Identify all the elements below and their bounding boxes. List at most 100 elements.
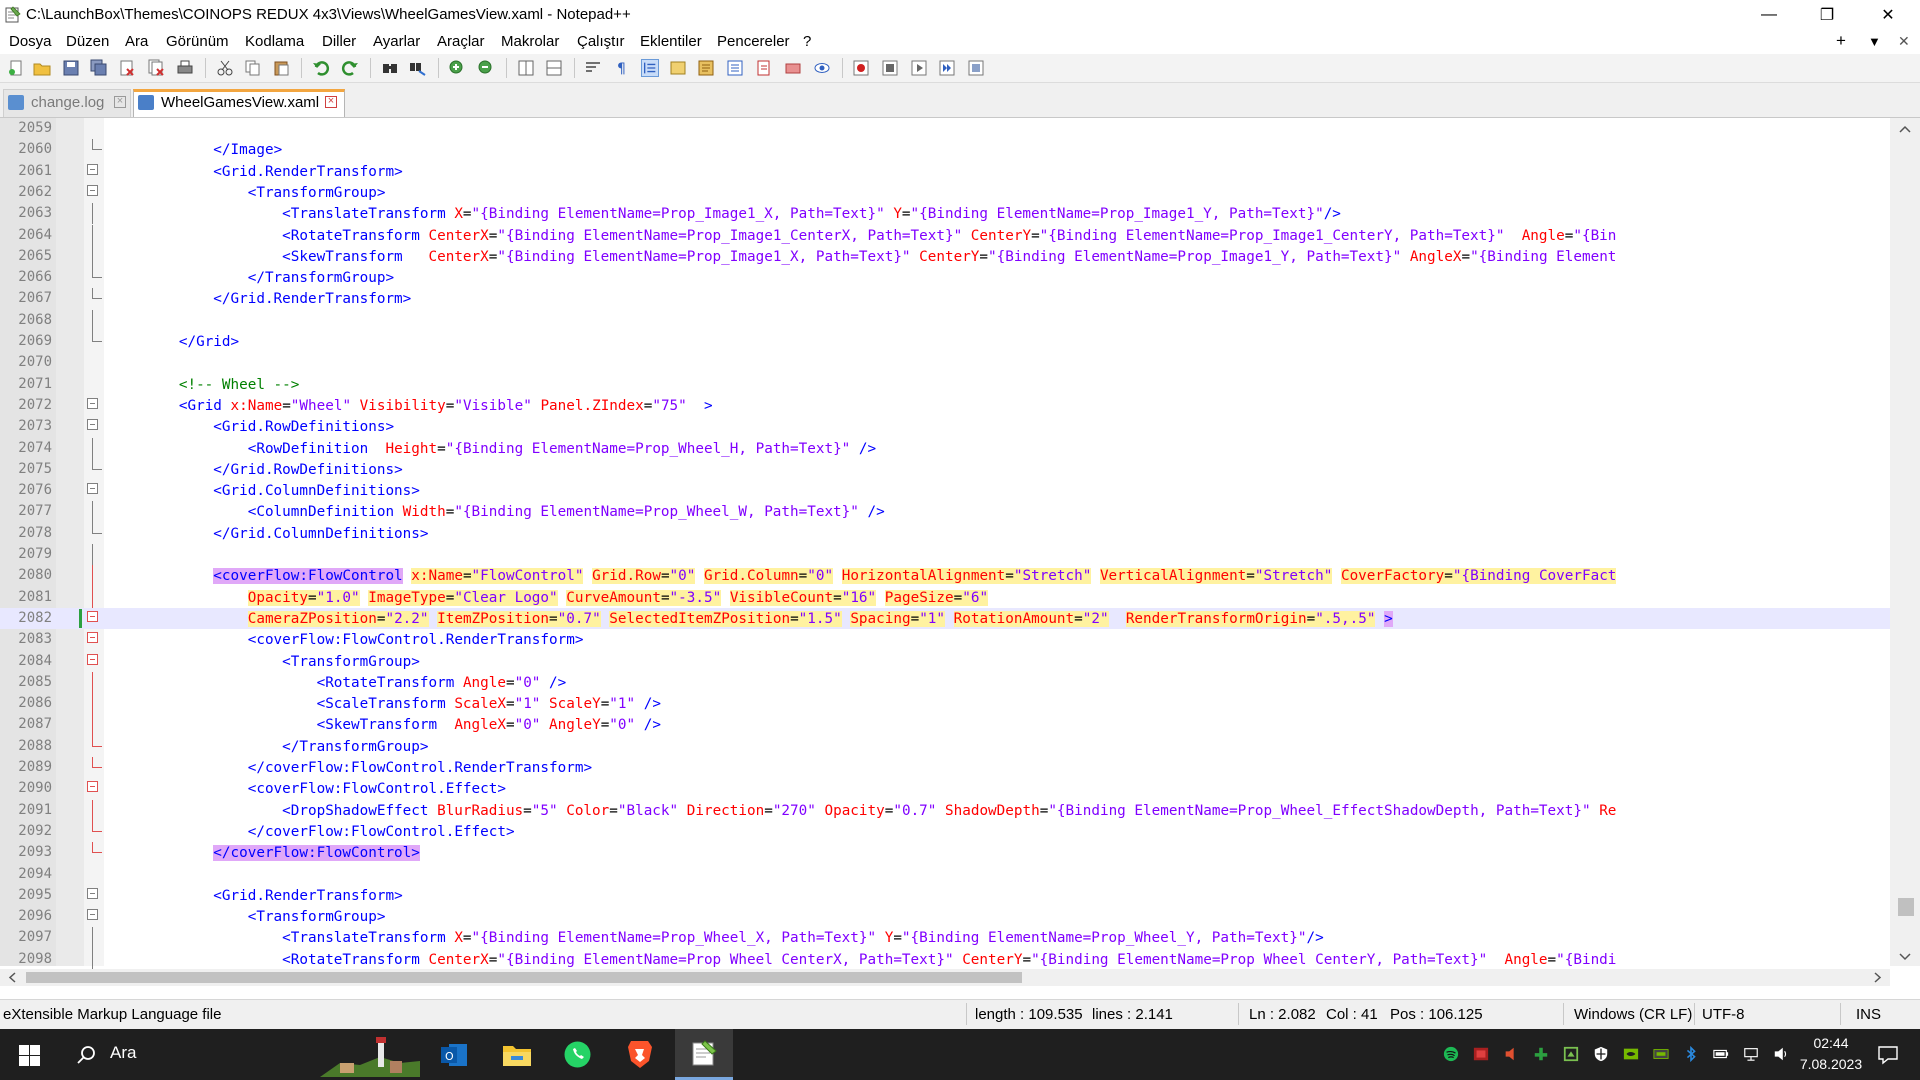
- code-line[interactable]: 2065 <SkewTransform CenterX="{Binding El…: [0, 245, 1890, 268]
- code-line[interactable]: 2073 <Grid.RowDefinitions>: [0, 416, 1890, 437]
- user-language-icon[interactable]: [669, 59, 687, 77]
- vertical-scroll-thumb[interactable]: [1898, 898, 1914, 916]
- code-line[interactable]: 2068: [0, 309, 1890, 331]
- open-file-icon[interactable]: [33, 59, 51, 77]
- red-app-tray-icon[interactable]: [1472, 1046, 1490, 1062]
- code-line[interactable]: 2059: [0, 118, 1890, 139]
- taskbar-search[interactable]: Ara: [60, 1029, 420, 1080]
- close-tab-button[interactable]: ✕: [1898, 33, 1910, 50]
- security-shield-icon[interactable]: [1592, 1046, 1610, 1062]
- show-all-characters-icon[interactable]: ¶: [613, 59, 631, 77]
- menu-gorunum[interactable]: Görünüm: [166, 33, 229, 50]
- run-macro-multiple-icon[interactable]: [938, 59, 956, 77]
- sync-horizontal-icon[interactable]: [545, 59, 563, 77]
- code-line[interactable]: 2095 <Grid.RenderTransform>: [0, 885, 1890, 906]
- tab-wheelgamesview-xaml[interactable]: WheelGamesView.xaml ×: [133, 89, 345, 117]
- close-icon[interactable]: ×: [325, 96, 337, 108]
- sync-vertical-icon[interactable]: [517, 59, 535, 77]
- undo-icon[interactable]: [312, 59, 330, 77]
- code-line[interactable]: 2071 <!-- Wheel -->: [0, 374, 1890, 395]
- fold-toggle-icon[interactable]: [87, 419, 98, 431]
- code-line[interactable]: 2094: [0, 864, 1890, 885]
- code-editor[interactable]: 2059 2060 </Image> 2061 <Grid.RenderTransf…: [0, 118, 1920, 986]
- network-green-tray-icon[interactable]: [1532, 1046, 1550, 1062]
- status-eol[interactable]: Windows (CR LF): [1574, 1006, 1692, 1023]
- menu-makrolar[interactable]: Makrolar: [501, 33, 559, 50]
- notepad-plus-plus-taskbar-button[interactable]: [675, 1029, 733, 1080]
- eye-icon[interactable]: [813, 59, 831, 77]
- save-all-icon[interactable]: [90, 59, 108, 77]
- network-icon[interactable]: [1742, 1046, 1760, 1062]
- code-line[interactable]: 2085 <RotateTransform Angle="0" />: [0, 671, 1890, 694]
- taskbar-time[interactable]: 02:44: [1793, 1035, 1869, 1051]
- replace-icon[interactable]: [409, 59, 427, 77]
- whatsapp-button[interactable]: [552, 1029, 602, 1080]
- start-button[interactable]: [0, 1029, 60, 1080]
- zoom-out-icon[interactable]: [477, 59, 495, 77]
- find-icon[interactable]: [381, 59, 399, 77]
- code-line[interactable]: 2091 <DropShadowEffect BlurRadius="5" Co…: [0, 799, 1890, 821]
- code-lines[interactable]: 2059 2060 </Image> 2061 <Grid.RenderTransf…: [0, 118, 1890, 970]
- battery-icon[interactable]: [1712, 1046, 1730, 1062]
- menu-calistir[interactable]: Çalıştır: [577, 33, 625, 50]
- save-macro-icon[interactable]: [967, 59, 985, 77]
- file-explorer-button[interactable]: [492, 1029, 542, 1080]
- indent-guide-icon[interactable]: [641, 59, 659, 77]
- redo-icon[interactable]: [341, 59, 359, 77]
- monitoring-icon[interactable]: [784, 59, 802, 77]
- cut-icon[interactable]: [216, 59, 234, 77]
- code-line[interactable]: 2078 </Grid.ColumnDefinitions>: [0, 522, 1890, 544]
- play-macro-icon[interactable]: [910, 59, 928, 77]
- new-file-icon[interactable]: [7, 59, 25, 77]
- fold-toggle-icon[interactable]: [87, 653, 98, 665]
- code-line[interactable]: 2069 </Grid>: [0, 331, 1890, 352]
- fold-toggle-icon[interactable]: [87, 632, 98, 644]
- close-icon[interactable]: ×: [114, 96, 126, 108]
- spotify-icon[interactable]: [1442, 1046, 1460, 1062]
- vertical-scrollbar[interactable]: [1890, 118, 1920, 966]
- code-line[interactable]: 2082 CameraZPosition="2.2" ItemZPosition…: [0, 607, 1890, 630]
- code-line[interactable]: 2086 <ScaleTransform ScaleX="1" ScaleY="…: [0, 693, 1890, 715]
- code-line[interactable]: 2063 <TranslateTransform X="{Binding Ele…: [0, 203, 1890, 225]
- outlook-app-button[interactable]: O: [429, 1029, 479, 1080]
- code-line[interactable]: 2062 <TransformGroup>: [0, 182, 1890, 203]
- status-position[interactable]: Pos : 106.125: [1390, 1006, 1483, 1023]
- close-window-button[interactable]: ✕: [1860, 0, 1916, 30]
- code-line[interactable]: 2088 </TransformGroup>: [0, 735, 1890, 757]
- fold-toggle-icon[interactable]: [87, 887, 98, 899]
- fold-toggle-icon[interactable]: [87, 184, 98, 196]
- code-line[interactable]: 2076 <Grid.ColumnDefinitions>: [0, 480, 1890, 501]
- folder-workspace-icon[interactable]: [755, 59, 773, 77]
- record-macro-icon[interactable]: [852, 59, 870, 77]
- status-insert-mode[interactable]: INS: [1856, 1006, 1881, 1023]
- menu-help[interactable]: ?: [803, 33, 811, 50]
- restore-button[interactable]: ❐: [1799, 0, 1855, 30]
- stop-macro-icon[interactable]: [881, 59, 899, 77]
- menu-araclar[interactable]: Araçlar: [437, 33, 485, 50]
- code-line[interactable]: 2080 <coverFlow:FlowControl x:Name="Flow…: [0, 565, 1890, 587]
- scroll-right-icon[interactable]: [1872, 972, 1882, 983]
- scroll-down-icon[interactable]: [1899, 952, 1911, 962]
- status-encoding[interactable]: UTF-8: [1702, 1006, 1745, 1023]
- save-icon[interactable]: [62, 59, 80, 77]
- status-line-number[interactable]: Ln : 2.082: [1249, 1006, 1316, 1023]
- fold-toggle-icon[interactable]: [87, 163, 98, 175]
- code-line[interactable]: 2096 <TransformGroup>: [0, 906, 1890, 927]
- bluetooth-icon[interactable]: [1682, 1046, 1700, 1062]
- paste-icon[interactable]: [272, 59, 290, 77]
- code-line[interactable]: 2098 <RotateTransform CenterX="{Binding …: [0, 948, 1890, 970]
- menu-ayarlar[interactable]: Ayarlar: [373, 33, 420, 50]
- code-line[interactable]: 2072 <Grid x:Name="Wheel" Visibility="Vi…: [0, 395, 1890, 416]
- menu-duzen[interactable]: Düzen: [66, 33, 109, 50]
- menu-diller[interactable]: Diller: [322, 33, 356, 50]
- code-line[interactable]: 2097 <TranslateTransform X="{Binding Ele…: [0, 927, 1890, 949]
- print-icon[interactable]: [176, 59, 194, 77]
- code-line[interactable]: 2089 </coverFlow:FlowControl.RenderTrans…: [0, 757, 1890, 778]
- status-column[interactable]: Col : 41: [1326, 1006, 1378, 1023]
- code-line[interactable]: 2060 </Image>: [0, 139, 1890, 160]
- code-line[interactable]: 2064 <RotateTransform CenterX="{Binding …: [0, 224, 1890, 246]
- fold-toggle-icon[interactable]: [87, 397, 98, 409]
- brave-browser-button[interactable]: [614, 1029, 664, 1080]
- code-line[interactable]: 2079: [0, 544, 1890, 566]
- menu-ara[interactable]: Ara: [125, 33, 148, 50]
